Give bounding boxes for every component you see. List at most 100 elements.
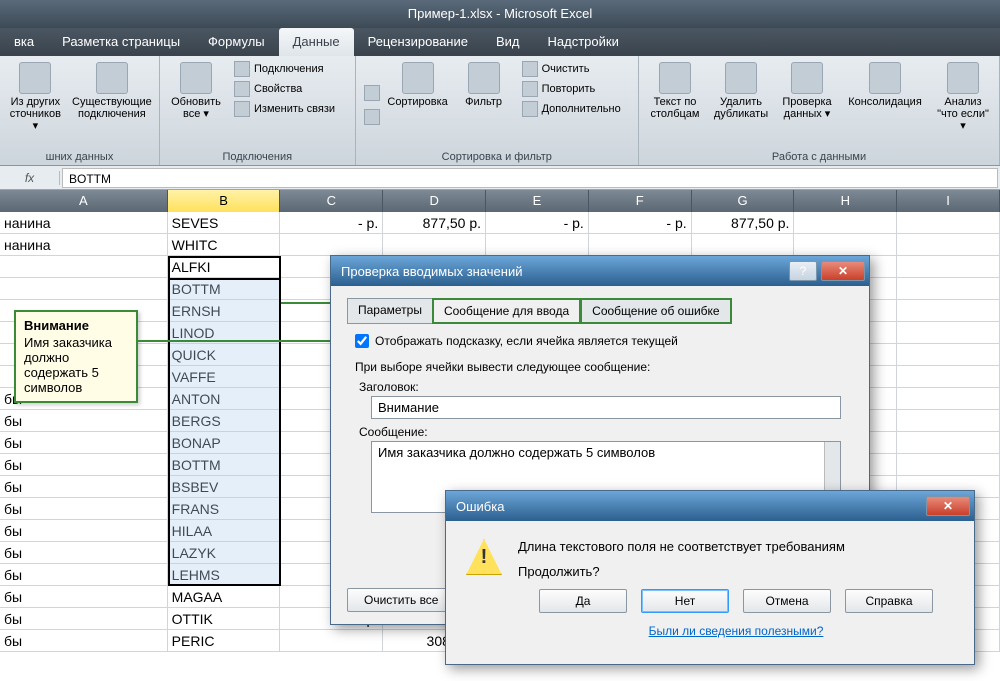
col-header-B[interactable]: B	[168, 190, 281, 212]
cell[interactable]: бы	[0, 542, 168, 563]
cell[interactable]: 877,50 р.	[692, 212, 795, 233]
cell[interactable]	[692, 234, 795, 255]
edit-links-button[interactable]: Изменить связи	[232, 100, 337, 118]
cell[interactable]	[897, 322, 1000, 343]
clear-filter-button[interactable]: Очистить	[520, 60, 623, 78]
cell[interactable]: VAFFE	[168, 366, 281, 387]
col-header-F[interactable]: F	[589, 190, 692, 212]
cell[interactable]: LEHMS	[168, 564, 281, 585]
cell[interactable]: - р.	[280, 212, 383, 233]
cell[interactable]	[280, 234, 383, 255]
cancel-button[interactable]: Отмена	[743, 589, 831, 613]
cell[interactable]: BOTTM	[168, 278, 281, 299]
tab-formulas[interactable]: Формулы	[194, 28, 279, 56]
col-header-G[interactable]: G	[692, 190, 795, 212]
help-button[interactable]: ?	[789, 261, 817, 281]
cell[interactable]: ALFKI	[168, 256, 281, 277]
cell[interactable]	[897, 366, 1000, 387]
cell[interactable]: бы	[0, 410, 168, 431]
col-header-E[interactable]: E	[486, 190, 589, 212]
connections-button[interactable]: Подключения	[232, 60, 337, 78]
existing-connections-button[interactable]: Существующие подключения	[71, 60, 153, 149]
tab-addins[interactable]: Надстройки	[534, 28, 633, 56]
cell[interactable]: MAGAA	[168, 586, 281, 607]
show-input-message-checkbox[interactable]	[355, 334, 369, 348]
sort-az-button[interactable]	[362, 84, 382, 102]
cell[interactable]: нанина	[0, 234, 168, 255]
tab-data[interactable]: Данные	[279, 28, 354, 56]
dialog-titlebar[interactable]: Ошибка ✕	[446, 491, 974, 521]
cell[interactable]: бы	[0, 564, 168, 585]
cell[interactable]: BSBEV	[168, 476, 281, 497]
cell[interactable]: бы	[0, 498, 168, 519]
title-input[interactable]: Внимание	[371, 396, 841, 419]
cell[interactable]: FRANS	[168, 498, 281, 519]
table-row[interactable]: нанинаWHITC	[0, 234, 1000, 256]
cell[interactable]	[0, 278, 168, 299]
cell[interactable]: HILAA	[168, 520, 281, 541]
cell[interactable]: PERIC	[168, 630, 281, 651]
properties-button[interactable]: Свойства	[232, 80, 337, 98]
sort-button[interactable]: Сортировка	[388, 60, 448, 149]
cell[interactable]: бы	[0, 630, 168, 651]
cell[interactable]: ANTON	[168, 388, 281, 409]
cell[interactable]: бы	[0, 454, 168, 475]
cell[interactable]	[897, 344, 1000, 365]
cell[interactable]: 877,50 р.	[383, 212, 486, 233]
cell[interactable]: бы	[0, 586, 168, 607]
cell[interactable]	[280, 630, 383, 651]
cell[interactable]: ERNSH	[168, 300, 281, 321]
cell[interactable]	[383, 234, 486, 255]
formula-input[interactable]: BOTTM	[62, 168, 998, 188]
cell[interactable]: QUICK	[168, 344, 281, 365]
cell[interactable]	[794, 212, 897, 233]
close-button[interactable]: ✕	[926, 496, 970, 516]
tab-view[interactable]: Вид	[482, 28, 534, 56]
cell[interactable]	[0, 256, 168, 277]
cell[interactable]	[589, 234, 692, 255]
cell[interactable]: бы	[0, 520, 168, 541]
data-validation-button[interactable]: Проверка данных ▾	[777, 60, 837, 149]
no-button[interactable]: Нет	[641, 589, 729, 613]
cell[interactable]: нанина	[0, 212, 168, 233]
fx-icon[interactable]: fx	[0, 171, 60, 185]
filter-button[interactable]: Фильтр	[454, 60, 514, 149]
col-header-H[interactable]: H	[794, 190, 897, 212]
tab-error-alert[interactable]: Сообщение об ошибке	[580, 298, 731, 324]
reapply-button[interactable]: Повторить	[520, 80, 623, 98]
from-other-sources-button[interactable]: Из других сточников ▾	[6, 60, 65, 149]
cell[interactable]: BOTTM	[168, 454, 281, 475]
remove-duplicates-button[interactable]: Удалить дубликаты	[711, 60, 771, 149]
tab-page-layout[interactable]: Разметка страницы	[48, 28, 194, 56]
col-header-C[interactable]: C	[280, 190, 383, 212]
help-button[interactable]: Справка	[845, 589, 933, 613]
cell[interactable]	[486, 234, 589, 255]
col-header-A[interactable]: A	[0, 190, 168, 212]
tab-insert[interactable]: вка	[0, 28, 48, 56]
cell[interactable]	[897, 432, 1000, 453]
dialog-titlebar[interactable]: Проверка вводимых значений ? ✕	[331, 256, 869, 286]
cell[interactable]: бы	[0, 476, 168, 497]
cell[interactable]	[897, 256, 1000, 277]
cell[interactable]: LAZYK	[168, 542, 281, 563]
col-header-I[interactable]: I	[897, 190, 1000, 212]
cell[interactable]	[897, 234, 1000, 255]
cell[interactable]: BERGS	[168, 410, 281, 431]
tab-parameters[interactable]: Параметры	[347, 298, 433, 324]
advanced-filter-button[interactable]: Дополнительно	[520, 100, 623, 118]
cell[interactable]	[897, 454, 1000, 475]
cell[interactable]	[897, 212, 1000, 233]
close-button[interactable]: ✕	[821, 261, 865, 281]
cell[interactable]	[897, 278, 1000, 299]
cell[interactable]: бы	[0, 608, 168, 629]
cell[interactable]	[897, 300, 1000, 321]
text-to-columns-button[interactable]: Текст по столбцам	[645, 60, 705, 149]
cell[interactable]: OTTIK	[168, 608, 281, 629]
cell[interactable]: - р.	[486, 212, 589, 233]
tab-input-message[interactable]: Сообщение для ввода	[432, 298, 581, 324]
table-row[interactable]: нанинаSEVES- р.877,50 р.- р.- р.877,50 р…	[0, 212, 1000, 234]
what-if-button[interactable]: Анализ "что если" ▾	[933, 60, 993, 149]
cell[interactable]: - р.	[589, 212, 692, 233]
cell[interactable]: бы	[0, 432, 168, 453]
cell[interactable]: SEVES	[168, 212, 281, 233]
